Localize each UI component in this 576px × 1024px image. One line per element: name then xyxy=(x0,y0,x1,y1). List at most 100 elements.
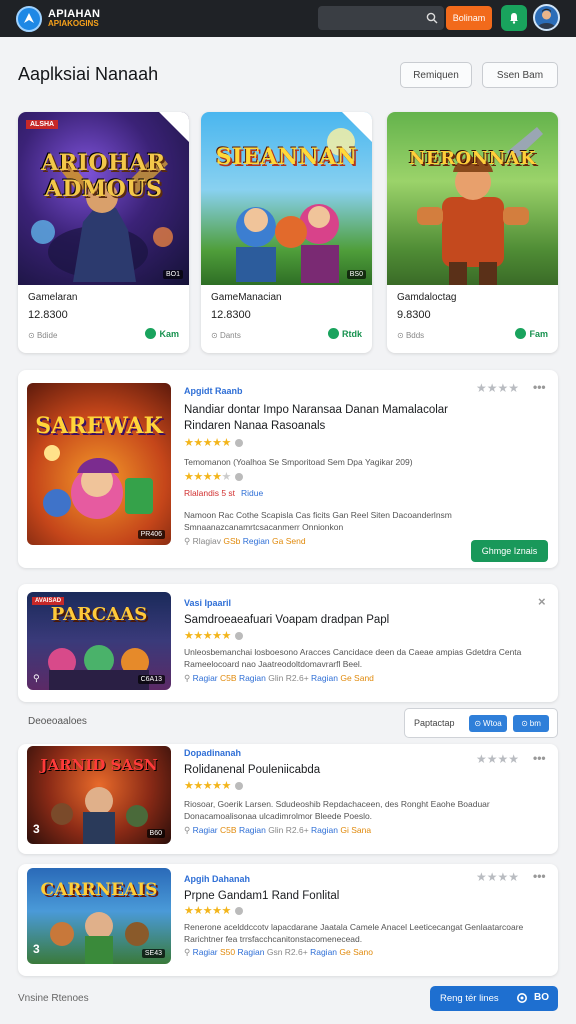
game-price: 12.8300 xyxy=(28,309,68,321)
meta-icon: ⊙ xyxy=(28,331,37,340)
thumbnail-badge: B60 xyxy=(146,829,165,838)
filter-chip[interactable]: ⊙ bm xyxy=(513,715,549,732)
search-button[interactable]: Bolinam xyxy=(446,6,492,30)
meta-icon: ⊙ xyxy=(397,331,406,340)
meta-icon: ⚲ xyxy=(184,947,193,957)
rating-stars: ★★★★★ xyxy=(184,779,243,792)
featured-tag: ALSHA xyxy=(26,120,59,129)
get-button[interactable]: Fam xyxy=(515,328,548,339)
header-button-2[interactable]: Ssen Bam xyxy=(482,62,558,88)
meta-icon: ⊙ xyxy=(211,331,220,340)
featured-card[interactable]: SIEANNAN BS0 GameManacian 12.8300 ⊙ Dant… xyxy=(201,112,372,353)
thumbnail-title: CARRNEAIS xyxy=(40,880,158,900)
bell-icon xyxy=(510,13,518,24)
item-meta: ⚲ Ragiar C5B Ragian Glin R2.6+ Ragian Gi… xyxy=(184,825,372,835)
avatar[interactable] xyxy=(533,4,560,31)
rating-stars: ★★★★★ xyxy=(184,436,243,449)
more-options-icon[interactable]: ••• xyxy=(533,751,546,765)
info-icon xyxy=(234,782,243,791)
list-item[interactable]: CARRNEAIS 3 SE43 Apgih Dahanah Prpne Gan… xyxy=(18,864,558,976)
page-title: Aaplksiai Nanaah xyxy=(18,64,159,84)
category-label[interactable]: Vasi Ipaaril xyxy=(184,598,231,608)
item-meta: ⚲ Ragiar C5B Ragian Glin R2.6+ Ragian Ge… xyxy=(184,673,374,683)
app-logo-icon[interactable] xyxy=(16,5,42,32)
game-thumbnail[interactable]: PARCAAS AVAISAD C6A13 ⚲ xyxy=(27,592,171,690)
game-name: Gamdaloctag xyxy=(397,292,457,303)
load-more-button[interactable]: Reng tér lines BO xyxy=(430,986,558,1011)
download-icon xyxy=(145,328,157,339)
tag-line: Rlalandis 5 st Ridue xyxy=(184,488,264,498)
featured-card[interactable]: ARIOHAR ADMOUS ALSHA BO1 Gamelaran 12.83… xyxy=(18,112,189,353)
artwork-badge: BO1 xyxy=(162,270,183,279)
artwork-badge: BS0 xyxy=(346,270,366,279)
filter-icon: ⊙ xyxy=(521,719,528,728)
thumbnail-tag: AVAISAD xyxy=(32,597,65,605)
filter-chip[interactable]: ⊙ Wtoa xyxy=(469,715,507,732)
refresh-icon xyxy=(517,993,527,1003)
app-logo-text[interactable]: APIAHAN APIAKOGINS xyxy=(48,7,101,29)
info-icon xyxy=(234,907,243,916)
game-artwork: NERONNAK xyxy=(387,112,558,285)
filter-label: Paptactap xyxy=(414,718,455,728)
thumbnail-title: PARCAAS xyxy=(50,604,148,625)
artwork-title: NERONNAK xyxy=(408,148,537,169)
game-meta: ⊙ Bdide xyxy=(28,331,58,340)
item-meta: ⚲ Rlagiav GSb Regian Ga Send xyxy=(184,536,306,546)
header-button-1[interactable]: Remiquen xyxy=(400,62,472,88)
notification-button[interactable] xyxy=(501,5,527,31)
get-button[interactable]: Kam xyxy=(145,328,179,339)
game-name: GameManacian xyxy=(211,292,282,303)
more-options-icon[interactable]: ••• xyxy=(533,869,546,883)
user-rating-stars[interactable]: ★★★★ xyxy=(476,870,519,884)
list-item[interactable]: SAREWAK PR406 Apgidt Raanb Nandiar donta… xyxy=(18,370,558,568)
item-title[interactable]: Prpne Gandam1 Rand Fonlital xyxy=(184,888,484,904)
load-more-count: BO xyxy=(534,992,549,1003)
item-title[interactable]: Rolidanenal Pouleniicabda xyxy=(184,762,484,778)
game-name: Gamelaran xyxy=(28,292,78,303)
game-price: 9.8300 xyxy=(397,309,431,321)
rank-number: 3 xyxy=(33,822,40,836)
list-item[interactable]: JARNID SASN 3 B60 Dopadinanah Rolidanena… xyxy=(18,744,558,854)
load-more-label: Reng tér lines xyxy=(440,993,499,1004)
search-icon[interactable] xyxy=(426,12,438,24)
featured-card[interactable]: NERONNAK Gamdaloctag 9.8300 ⊙ Bdds Fam xyxy=(387,112,558,353)
corner-fold xyxy=(159,112,189,142)
game-price: 12.8300 xyxy=(211,309,251,321)
rating-stars-secondary: ★★★★★ xyxy=(184,470,243,483)
install-button[interactable]: Ghmge Iznais xyxy=(471,540,548,562)
game-thumbnail[interactable]: SAREWAK PR406 xyxy=(27,383,171,545)
category-label[interactable]: Apgih Dahanah xyxy=(184,874,250,884)
more-options-icon[interactable]: ••• xyxy=(533,380,546,394)
logo-line1: APIAHAN xyxy=(48,7,101,20)
game-artwork: ARIOHAR ADMOUS ALSHA BO1 xyxy=(18,112,189,285)
category-label[interactable]: Dopadinanah xyxy=(184,748,241,758)
item-title[interactable]: Samdroeaeafuari Voapam dradpan Papl xyxy=(184,612,524,628)
item-title[interactable]: Nandiar dontar Impo Naransaa Danan Mamal… xyxy=(184,402,484,434)
artwork-title: SIEANNAN xyxy=(215,144,358,170)
item-description: Namoon Rac Cothe Scapisla Cas ficits Gan… xyxy=(184,510,452,532)
rating-stars: ★★★★★ xyxy=(184,629,243,642)
footer-text[interactable]: Vnsine Rtenoes xyxy=(18,993,89,1004)
game-thumbnail[interactable]: CARRNEAIS 3 SE43 xyxy=(27,868,171,964)
get-button[interactable]: Rtdk xyxy=(328,328,362,339)
close-icon[interactable]: × xyxy=(538,594,546,609)
search-input[interactable] xyxy=(318,6,444,30)
game-thumbnail[interactable]: JARNID SASN 3 B60 xyxy=(27,746,171,844)
meta-icon: ⚲ xyxy=(184,536,193,546)
thumbnail-title: JARNID SASN xyxy=(40,756,158,774)
thumbnail-title: SAREWAK xyxy=(35,413,163,439)
list-item[interactable]: PARCAAS AVAISAD C6A13 ⚲ Vasi Ipaaril Sam… xyxy=(18,584,558,702)
category-label[interactable]: Apgidt Raanb xyxy=(184,386,243,396)
info-icon xyxy=(234,632,243,641)
artwork-title: ARIOHAR ADMOUS xyxy=(41,150,166,202)
thumbnail-badge: PR406 xyxy=(137,530,165,539)
filter-box[interactable]: Paptactap ⊙ Wtoa ⊙ bm xyxy=(404,708,558,738)
item-subtitle: Temomanon (Yoalhoa Se Smporitoad Sem Dpa… xyxy=(184,457,413,467)
game-artwork: SIEANNAN BS0 xyxy=(201,112,372,285)
user-rating-stars[interactable]: ★★★★ xyxy=(476,381,519,395)
game-meta: ⊙ Dants xyxy=(211,331,241,340)
download-icon xyxy=(515,328,527,339)
item-description: Unleosbemanchai losboesono Aracces Canci… xyxy=(184,647,522,669)
corner-fold xyxy=(342,112,372,142)
user-rating-stars[interactable]: ★★★★ xyxy=(476,752,519,766)
